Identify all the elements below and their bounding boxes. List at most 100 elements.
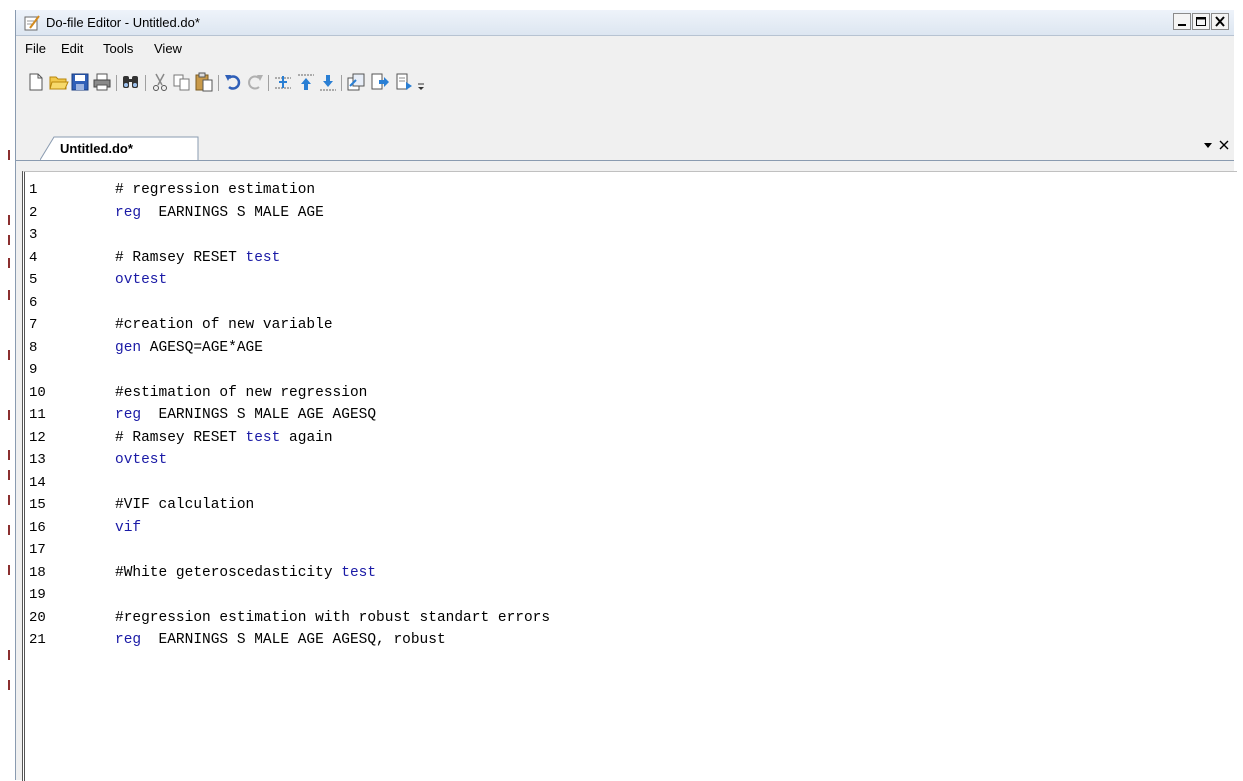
line-number: 4 [29, 249, 38, 266]
minimize-icon [1178, 24, 1186, 26]
line-number-gutter: 1 2 3 4 5 6 7 8 9 10 11 12 13 14 15 16 17 18 19 20 21 [25, 172, 85, 781]
tab-untitled-do[interactable]: Untitled.do* [40, 136, 200, 161]
text-token: #creation of new variable [115, 317, 333, 333]
line-number: 15 [29, 497, 46, 513]
close-tab-icon[interactable] [1218, 138, 1230, 152]
new-file-icon[interactable] [26, 72, 46, 92]
menu-file[interactable]: File [25, 41, 46, 56]
line-number: 11 [29, 407, 46, 423]
code-line[interactable]: # Ramsey RESET test again [115, 430, 333, 446]
menu-edit[interactable]: Edit [61, 41, 83, 56]
code-line[interactable]: # regression estimation [115, 182, 315, 198]
text-token: #regression estimation with robust stand… [115, 609, 551, 626]
code-line[interactable]: reg EARNINGS S MALE AGE AGESQ, robust [115, 632, 446, 648]
toolbar-overflow-icon[interactable] [416, 72, 426, 92]
keyword-token: test [245, 429, 281, 446]
edge-artifact [8, 410, 10, 420]
edge-artifact [8, 525, 10, 535]
keyword-token: gen [115, 339, 142, 356]
line-number: 7 [29, 317, 38, 333]
line-number: 10 [29, 384, 46, 401]
print-icon[interactable] [92, 72, 112, 92]
toolbar [16, 62, 1234, 94]
chevron-down-icon[interactable] [1202, 138, 1214, 152]
open-folder-icon[interactable] [49, 72, 69, 92]
title-bar[interactable]: Do-file Editor - Untitled.do* [16, 10, 1234, 36]
text-token: # Ramsey RESET [115, 249, 246, 266]
edge-artifact [8, 258, 10, 268]
run-icon[interactable] [370, 72, 390, 92]
close-button[interactable] [1211, 13, 1229, 30]
save-icon[interactable] [70, 72, 90, 92]
code-line[interactable]: #regression estimation with robust stand… [115, 610, 550, 626]
line-number: 9 [29, 362, 38, 378]
keyword-token: reg [115, 407, 142, 423]
tab-strip: Untitled.do* [16, 132, 1234, 161]
tab-label: Untitled.do* [60, 141, 133, 156]
line-number: 18 [29, 564, 46, 581]
code-line[interactable]: #VIF calculation [115, 497, 254, 513]
code-line[interactable]: reg EARNINGS S MALE AGE AGESQ [115, 407, 376, 423]
toolbar-separator [268, 75, 269, 91]
code-line[interactable]: #estimation of new regression [115, 385, 367, 401]
keyword-token: reg [115, 204, 142, 221]
menu-view[interactable]: View [154, 41, 182, 56]
text-token: EARNINGS S MALE AGE AGESQ [141, 407, 377, 423]
code-editor[interactable]: 1 2 3 4 5 6 7 8 9 10 11 12 13 14 15 16 17 18 19 20 21 # regr… [22, 171, 1237, 781]
cut-icon[interactable] [150, 72, 170, 92]
keyword-token: test [245, 249, 281, 266]
code-line[interactable]: vif [115, 520, 141, 536]
maximize-icon [1196, 17, 1206, 26]
line-number: 2 [29, 204, 38, 221]
edge-artifact [8, 215, 10, 225]
text-token: # Ramsey RESET [115, 429, 246, 446]
window-title: Do-file Editor - Untitled.do* [46, 15, 200, 30]
edge-artifact [8, 450, 10, 460]
minimize-button[interactable] [1173, 13, 1191, 30]
keyword-token: reg [115, 632, 142, 648]
copy-icon[interactable] [172, 72, 192, 92]
edge-artifact [8, 150, 10, 160]
text-token: again [280, 429, 333, 446]
next-bookmark-icon[interactable] [318, 72, 338, 92]
code-line[interactable]: gen AGESQ=AGE*AGE [115, 340, 263, 356]
code-line[interactable]: reg EARNINGS S MALE AGE [115, 205, 324, 221]
previous-bookmark-icon[interactable] [296, 72, 316, 92]
text-token: #White geteroscedasticity [115, 564, 342, 581]
do-icon[interactable] [346, 72, 366, 92]
code-line[interactable]: ovtest [115, 452, 167, 468]
toggle-bookmark-icon[interactable] [273, 72, 293, 92]
keyword-token: test [341, 564, 377, 581]
keyword-token: ovtest [115, 452, 168, 468]
keyword-token: ovtest [115, 272, 168, 288]
line-number: 3 [29, 227, 38, 243]
text-token: EARNINGS S MALE AGE [141, 204, 324, 221]
code-line[interactable]: #White geteroscedasticity test [115, 565, 376, 581]
edge-artifact [8, 235, 10, 245]
code-line[interactable]: #creation of new variable [115, 317, 333, 333]
line-number: 6 [29, 294, 38, 311]
edge-artifact [8, 680, 10, 690]
code-line[interactable]: ovtest [115, 272, 167, 288]
execute-selection-icon[interactable] [394, 72, 414, 92]
line-number: 13 [29, 452, 46, 468]
menu-tools[interactable]: Tools [103, 41, 133, 56]
maximize-button[interactable] [1192, 13, 1210, 30]
redo-icon[interactable] [245, 72, 265, 92]
undo-icon[interactable] [223, 72, 243, 92]
edge-artifact [8, 650, 10, 660]
line-number: 1 [29, 182, 38, 198]
menu-bar: File Edit Tools View [16, 36, 1234, 61]
line-number: 5 [29, 272, 38, 288]
text-token: AGESQ=AGE*AGE [141, 339, 263, 356]
line-number: 17 [29, 542, 46, 558]
edge-artifact [8, 565, 10, 575]
code-line[interactable]: # Ramsey RESET test [115, 250, 280, 266]
toolbar-separator [341, 75, 342, 91]
find-icon[interactable] [121, 72, 141, 92]
text-token: EARNINGS S MALE AGE AGESQ, robust [141, 632, 446, 648]
paste-icon[interactable] [194, 72, 214, 92]
background-window-edge [0, 0, 14, 780]
line-number: 19 [29, 587, 46, 603]
keyword-token: vif [115, 519, 142, 536]
